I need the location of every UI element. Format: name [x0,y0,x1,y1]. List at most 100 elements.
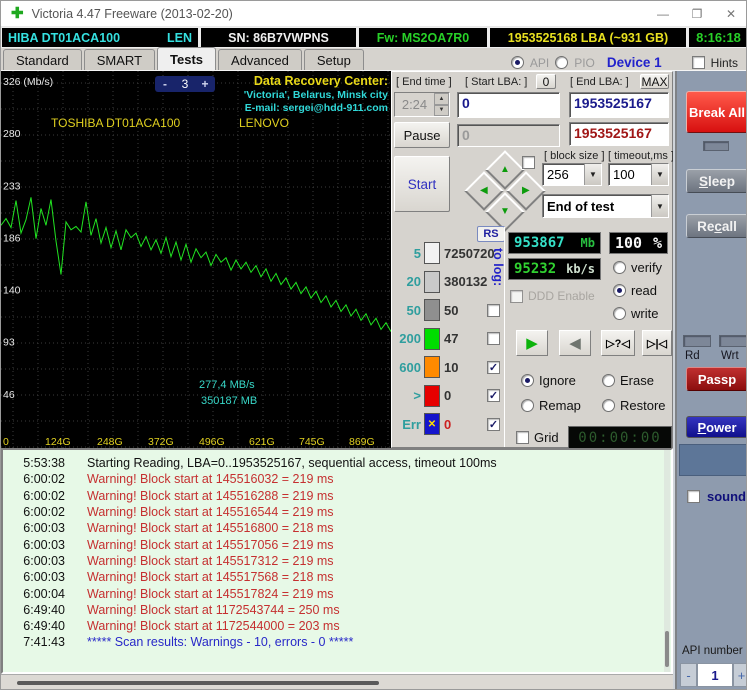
ignore-radio[interactable] [521,374,534,387]
api-plus-button[interactable]: + [733,663,746,687]
legend-threshold-label: 200 [399,331,421,346]
erase-radio[interactable] [602,374,615,387]
legend-threshold-label: > [413,388,421,403]
seek-test-icon: ▷?◁ [606,337,630,350]
horizontal-scrollbar-thumb[interactable] [17,681,379,685]
pio-radio[interactable] [555,56,569,69]
tab-advanced[interactable]: Advanced [218,49,302,70]
remap-radio[interactable] [521,399,534,412]
title-bar: ✚ Victoria 4.47 Freeware (2013-02-20) — … [1,1,746,27]
chevron-down-icon[interactable]: ▼ [651,195,668,217]
capacity-segment: 1953525168 LBA (~931 GB) [490,28,686,47]
maximize-button[interactable]: ❐ [680,2,714,26]
event-log[interactable]: 5:53:38 Starting Reading, LBA=0..19535251… [1,448,673,674]
end-time-down-button[interactable]: ▼ [434,104,449,116]
start-lba-input[interactable]: 0 [457,92,560,118]
speed-kbs-value: 95232 [514,261,557,277]
end-action-select[interactable]: End of test ▼ [542,194,669,218]
legend-threshold-label: 5 [413,245,421,261]
svg-text:248G: 248G [97,436,123,448]
play-icon: ▶ [526,335,538,352]
legend-log-checkbox[interactable]: ✓ [487,389,500,402]
log-message: Warning! Block start at 145516544 = 219 … [87,505,334,520]
close-button[interactable]: ✕ [714,2,746,26]
block-size-select[interactable]: 256 ▼ [542,163,602,186]
chevron-down-icon[interactable]: ▼ [651,164,668,185]
write-radio[interactable] [613,307,626,320]
tab-smart[interactable]: SMART [83,49,156,70]
percent-display: 100 % [609,232,668,254]
tab-standard[interactable]: Standard [3,49,82,70]
break-all-button[interactable]: Break All [686,91,746,133]
recall-button[interactable]: Recall [686,214,746,238]
api-minus-button[interactable]: - [680,663,697,687]
speed-kbs-unit: kb/s [566,262,595,276]
zoom-out-button[interactable]: - [155,77,175,91]
go-edge-icon: ▷|◁ [647,337,667,350]
log-message: Starting Reading, LBA=0..1953525167, seq… [87,456,497,471]
legend-log-checkbox[interactable]: ✓ [487,360,500,374]
hints-checkbox[interactable] [691,56,705,69]
tab-tests[interactable]: Tests [157,47,217,70]
end-time-up-button[interactable]: ▲ [434,93,449,105]
tab-bar: Standard SMART Tests Advanced Setup API … [1,47,746,71]
horizontal-scrollbar[interactable] [1,674,673,689]
api-radio[interactable] [510,56,524,69]
legend-color-box [424,270,440,293]
tab-setup[interactable]: Setup [303,49,364,70]
minimize-button[interactable]: — [646,2,680,26]
back-button[interactable]: ◀ [559,330,591,356]
start-lba-zero-button[interactable]: 0 [536,74,556,89]
sleep-button[interactable]: Sleep [686,169,746,193]
legend-row-200: 200 47 [394,326,504,352]
svg-text:140: 140 [3,285,21,297]
pause-button[interactable]: Pause [394,122,450,148]
end-time-spinner[interactable]: 2:24 ▲ ▼ [394,92,450,117]
legend-threshold-label: 600 [399,359,421,375]
end-lba-input[interactable]: 1953525167 [569,92,669,118]
end-lba-max-button[interactable]: MAX [640,74,669,89]
log-row: 6:00:03 Warning! Block start at 145517568… [3,569,671,585]
api-radio-label: API [529,55,550,70]
drive-info-bar: HIBA DT01ACA100 LEN SN: 86B7VWPNS Fw: MS… [1,27,746,48]
timeout-select[interactable]: 100 ▼ [608,163,669,186]
go-edge-button[interactable]: ▷|◁ [642,330,672,356]
password-button[interactable]: Passp [686,367,746,391]
log-row: 6:00:04 Warning! Block start at 145517824… [3,585,671,601]
annotation-speed: 277,4 MB/s [199,379,255,391]
grid-checkbox[interactable] [516,431,529,444]
verify-radio[interactable] [613,261,626,274]
svg-text:869G: 869G [349,436,375,448]
log-row: 6:49:40 Warning! Block start at 117254374… [3,602,671,618]
percent-unit: % [652,234,662,252]
sound-checkbox[interactable] [687,490,700,503]
log-row: 5:53:38 Starting Reading, LBA=0..19535251… [3,455,671,471]
speed-graph: 326 (Mb/s) 280 233 186 140 93 46 0 124G 248G 372G 4… [1,71,391,448]
current-lba-field: 0 [457,124,560,147]
log-scrollbar-thumb[interactable] [665,631,669,667]
legend-log-checkbox[interactable] [487,332,500,345]
end-time-label: [ End time ] [396,76,452,88]
legend-color-box [424,242,440,264]
restore-radio[interactable] [602,399,615,412]
chevron-down-icon[interactable]: ▼ [584,164,601,185]
power-button[interactable]: Power [686,416,746,438]
log-row: 6:49:40 Warning! Block start at 117254400… [3,618,671,634]
legend-log-checkbox[interactable]: ✓ [487,417,500,431]
verify-label: verify [631,260,663,275]
seek-test-button[interactable]: ▷?◁ [601,330,635,356]
legend-row-Err: Err ✕ 0 ✓ [394,411,504,437]
block-size-label: [ block size ] [544,150,605,162]
pad-option-checkbox[interactable] [522,156,535,169]
read-radio[interactable] [613,284,626,297]
start-button[interactable]: Start [394,156,450,212]
log-time: 6:00:03 [23,521,65,536]
zoom-in-button[interactable]: + [195,77,215,91]
sound-label: sound [707,489,746,504]
legend-count: 47 [444,331,459,346]
svg-text:280: 280 [3,128,21,140]
legend-count: 10 [444,359,459,375]
ddd-enable-checkbox[interactable] [510,289,523,303]
play-button[interactable]: ▶ [516,330,548,356]
legend-log-checkbox[interactable] [487,303,500,317]
